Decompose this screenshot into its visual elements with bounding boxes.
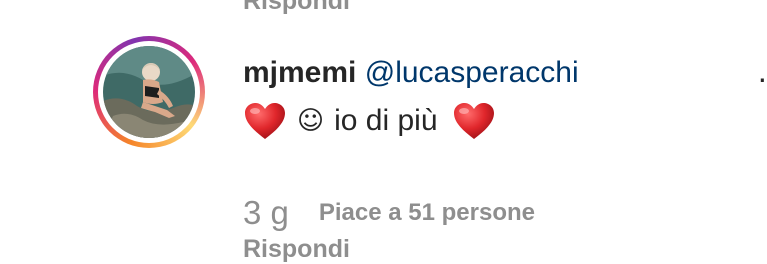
previous-comment-reply-link[interactable]: Rispondi [243, 0, 350, 16]
comment-reply-link[interactable]: Rispondi [243, 234, 350, 264]
comment-header: mjmemi @lucasperacchi [243, 53, 579, 93]
comment-mention[interactable]: @lucasperacchi [365, 56, 579, 89]
comment-timestamp: 3 g [243, 194, 289, 231]
more-options-icon[interactable]: · [757, 62, 767, 94]
heart-icon [452, 101, 496, 141]
avatar-photo [103, 46, 195, 138]
avatar[interactable] [93, 36, 205, 148]
heart-icon [243, 101, 287, 141]
comment-text: io di più [334, 104, 438, 137]
comment-meta: 3 g Piace a 51 persone [243, 193, 535, 233]
smile-icon: ☺ [297, 106, 325, 136]
comment-body: ☺ io di più [243, 99, 496, 143]
comment-username[interactable]: mjmemi [243, 56, 356, 89]
comment-likes-link[interactable]: Piace a 51 persone [319, 199, 535, 227]
